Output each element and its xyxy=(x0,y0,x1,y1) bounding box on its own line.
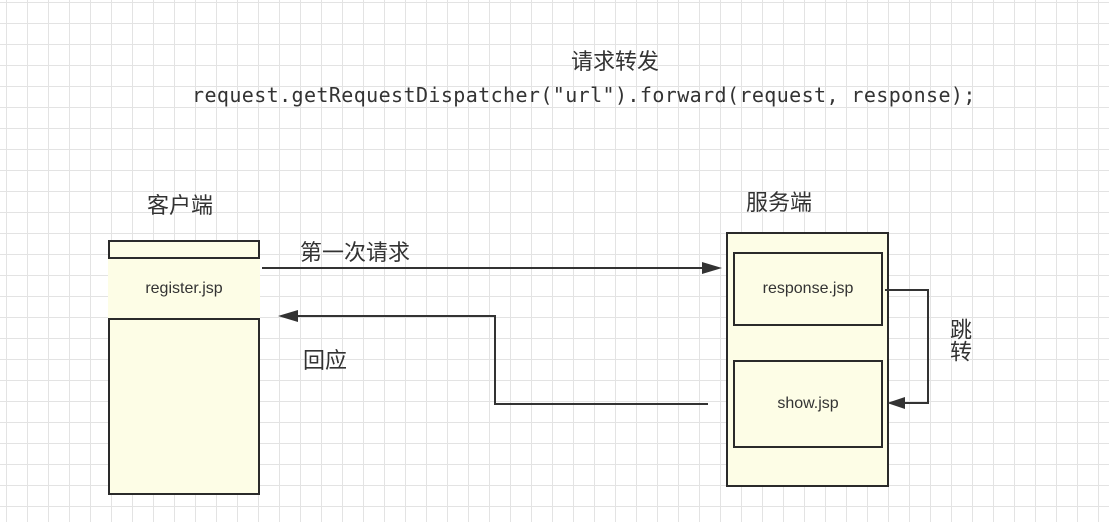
response-label: 回应 xyxy=(303,349,348,374)
response-arrowhead xyxy=(278,310,298,322)
connector-layer xyxy=(262,262,929,409)
forward-jump-arrowhead xyxy=(887,397,905,409)
request-arrowhead xyxy=(702,262,722,274)
forward-jump-arrow xyxy=(885,289,929,404)
response-arrow xyxy=(296,315,708,405)
jump-label: 跳转 xyxy=(946,318,971,362)
request-label: 第一次请求 xyxy=(300,241,411,266)
